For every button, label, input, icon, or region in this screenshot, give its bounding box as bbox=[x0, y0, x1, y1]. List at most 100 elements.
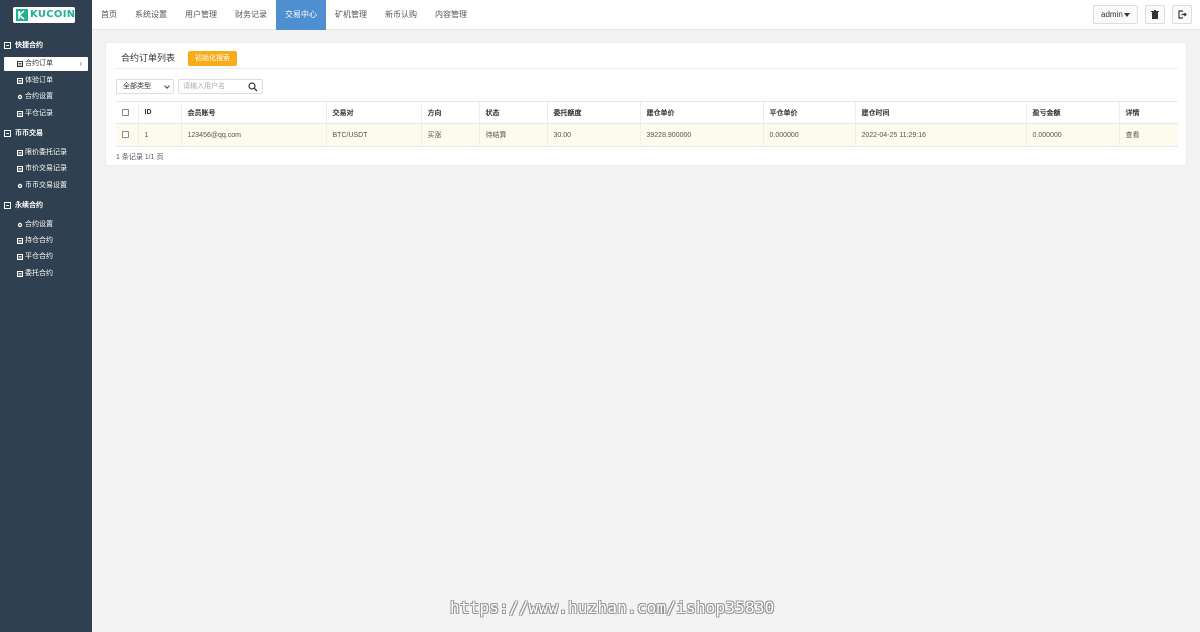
sidebar-item-open-positions[interactable]: 持仓合约 bbox=[4, 234, 92, 248]
cell-pnl: 0.000000 bbox=[1026, 123, 1120, 147]
col-direction: 方向 bbox=[421, 101, 480, 124]
panel-header: 合约订单列表 初始化搜索 bbox=[116, 43, 1178, 69]
cell-amount: 30.00 bbox=[547, 123, 641, 147]
top-right-tools: admin bbox=[1093, 5, 1192, 24]
col-close-price: 平仓单价 bbox=[763, 101, 856, 124]
table-header-row: ID 会员账号 交易对 方向 状态 委托额度 建仓单价 平仓单价 建仓时间 盈亏… bbox=[116, 101, 1178, 124]
sidebar-item-label: 市价交易记录 bbox=[25, 165, 67, 172]
col-amount: 委托额度 bbox=[547, 101, 641, 124]
sidebar-item-entrusted-contracts[interactable]: 委托合约 bbox=[4, 267, 92, 281]
collapse-square-icon bbox=[4, 130, 11, 137]
nav-home[interactable]: 首页 bbox=[92, 0, 126, 30]
kucoin-logo-icon bbox=[16, 9, 28, 21]
sidebar-item-label: 币币交易设置 bbox=[25, 182, 67, 189]
sidebar-group-quick-contract[interactable]: 快捷合约 bbox=[0, 38, 92, 54]
logo-area[interactable]: KUCOIN bbox=[0, 0, 92, 30]
sidebar-item-label: 合约订单 bbox=[25, 60, 53, 67]
list-icon bbox=[17, 150, 23, 156]
sidebar-item-label: 平仓合约 bbox=[25, 253, 53, 260]
cell-open-price: 39228.900000 bbox=[640, 123, 764, 147]
type-select-value: 全部类型 bbox=[123, 83, 151, 90]
page-title: 合约订单列表 bbox=[121, 53, 176, 63]
sidebar-item-contract-settings[interactable]: 合约设置 bbox=[4, 90, 92, 104]
nav-miner-management[interactable]: 矿机管理 bbox=[326, 0, 376, 30]
chevron-right-icon: › bbox=[79, 59, 82, 68]
brand-logo[interactable]: KUCOIN bbox=[13, 7, 75, 23]
type-select[interactable]: 全部类型 bbox=[116, 79, 174, 94]
row-select-cell bbox=[116, 123, 139, 147]
sidebar-item-limit-order-records[interactable]: 限价委托记录 bbox=[4, 146, 92, 160]
col-pair: 交易对 bbox=[326, 101, 422, 124]
pagination-info: 1 条记录 1/1 页 bbox=[116, 154, 164, 161]
reset-search-button[interactable]: 初始化搜索 bbox=[188, 51, 237, 66]
sidebar-group-spot-trading[interactable]: 币币交易 bbox=[0, 126, 92, 142]
logout-button[interactable] bbox=[1172, 5, 1192, 24]
sidebar-group-label: 快捷合约 bbox=[15, 42, 43, 49]
sidebar-item-contract-orders[interactable]: 合约订单 › bbox=[4, 57, 88, 71]
col-detail: 详情 bbox=[1119, 101, 1178, 124]
table-row: 1 123456@qq.com BTC/USDT 买涨 待结算 30.00 39… bbox=[116, 123, 1178, 147]
list-icon bbox=[17, 166, 23, 172]
select-all-cell bbox=[116, 101, 139, 124]
view-detail-link[interactable]: 查看 bbox=[1119, 123, 1178, 147]
nav-finance-records[interactable]: 财务记录 bbox=[226, 0, 276, 30]
sidebar-item-label: 委托合约 bbox=[25, 270, 53, 277]
col-account: 会员账号 bbox=[181, 101, 327, 124]
collapse-square-icon bbox=[4, 202, 11, 209]
gear-icon bbox=[17, 222, 23, 228]
col-pnl: 盈亏金额 bbox=[1026, 101, 1120, 124]
list-icon bbox=[17, 254, 23, 260]
sidebar-item-label: 合约设置 bbox=[25, 93, 53, 100]
select-all-checkbox[interactable] bbox=[122, 108, 129, 116]
trash-icon bbox=[1151, 10, 1159, 19]
list-icon bbox=[17, 238, 23, 244]
list-icon bbox=[17, 271, 23, 277]
cell-pair: BTC/USDT bbox=[326, 123, 422, 147]
sidebar-item-label: 体验订单 bbox=[25, 77, 53, 84]
nav-new-coin-subscription[interactable]: 新币认购 bbox=[376, 0, 426, 30]
sidebar-item-label: 平仓记录 bbox=[25, 110, 53, 117]
caret-down-icon bbox=[1124, 13, 1130, 17]
logout-icon bbox=[1177, 10, 1187, 19]
nav-content-management[interactable]: 内容管理 bbox=[426, 0, 476, 30]
sidebar-item-close-records[interactable]: 平仓记录 bbox=[4, 107, 92, 121]
cell-id: 1 bbox=[138, 123, 182, 147]
nav-system-settings[interactable]: 系统设置 bbox=[126, 0, 176, 30]
cell-status: 待结算 bbox=[479, 123, 548, 147]
sidebar-item-market-trade-records[interactable]: 市价交易记录 bbox=[4, 162, 92, 176]
username-search-box bbox=[178, 79, 263, 94]
sidebar-item-perpetual-settings[interactable]: 合约设置 bbox=[4, 218, 92, 232]
sidebar-item-spot-trade-settings[interactable]: 币币交易设置 bbox=[4, 179, 92, 193]
sidebar-group-label: 永续合约 bbox=[15, 202, 43, 209]
nav-user-management[interactable]: 用户管理 bbox=[176, 0, 226, 30]
top-navbar: KUCOIN 首页 系统设置 用户管理 财务记录 交易中心 矿机管理 新币认购 … bbox=[0, 0, 1200, 30]
col-open-price: 建仓单价 bbox=[640, 101, 764, 124]
cell-open-time: 2022-04-25 11:29:16 bbox=[855, 123, 1027, 147]
contract-orders-panel: 合约订单列表 初始化搜索 全部类型 ID 会员账号 交易对 方向 状态 委托额度… bbox=[105, 42, 1187, 166]
watermark-text: https://www.huzhan.com/ishop35830 bbox=[450, 598, 775, 617]
orders-table: ID 会员账号 交易对 方向 状态 委托额度 建仓单价 平仓单价 建仓时间 盈亏… bbox=[116, 101, 1178, 147]
cell-account: 123456@qq.com bbox=[181, 123, 327, 147]
cell-close-price: 0.000000 bbox=[763, 123, 856, 147]
col-status: 状态 bbox=[479, 101, 548, 124]
gear-icon bbox=[17, 183, 23, 189]
gear-icon bbox=[17, 94, 23, 100]
cell-direction: 买涨 bbox=[421, 123, 480, 147]
sidebar-item-label: 限价委托记录 bbox=[25, 149, 67, 156]
sidebar-group-label: 币币交易 bbox=[15, 130, 43, 137]
list-icon bbox=[17, 78, 23, 84]
clear-cache-button[interactable] bbox=[1145, 5, 1165, 24]
admin-dropdown[interactable]: admin bbox=[1093, 5, 1138, 24]
collapse-square-icon bbox=[4, 42, 11, 49]
admin-username: admin bbox=[1101, 10, 1123, 19]
sidebar-item-label: 持仓合约 bbox=[25, 237, 53, 244]
sidebar-item-closed-contracts[interactable]: 平仓合约 bbox=[4, 250, 92, 264]
sidebar-item-trial-orders[interactable]: 体验订单 bbox=[4, 74, 92, 88]
nav-trading-center[interactable]: 交易中心 bbox=[276, 0, 326, 30]
search-icon[interactable] bbox=[248, 82, 258, 92]
username-search-input[interactable] bbox=[183, 80, 245, 93]
sidebar-group-perpetual-contract[interactable]: 永续合约 bbox=[0, 198, 92, 214]
sidebar-item-label: 合约设置 bbox=[25, 221, 53, 228]
list-icon bbox=[17, 111, 23, 117]
row-checkbox[interactable] bbox=[122, 131, 129, 139]
